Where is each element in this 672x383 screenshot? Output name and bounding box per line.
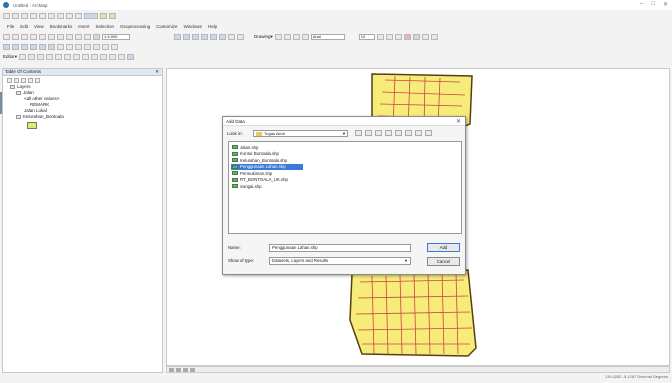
chevron-down-icon: ▼ — [342, 131, 346, 136]
type-label: Show of type: — [228, 258, 255, 263]
type-value: Datasets, Layers and Results — [272, 258, 329, 263]
look-in-dropdown[interactable]: Tugas Akhir ▼ — [253, 130, 348, 137]
shapefile-icon — [232, 145, 238, 150]
add-data-dialog: Add Data ✕ Look in: Tugas Akhir ▼ Jalan.… — [222, 116, 466, 275]
map-view-toolbar — [166, 366, 670, 373]
look-in-label: Look in: — [227, 131, 243, 136]
shapefile-icon — [232, 184, 238, 189]
add-button[interactable]: Add — [427, 243, 460, 252]
options-icon[interactable] — [425, 130, 432, 136]
dialog-nav-icons — [355, 130, 432, 136]
refresh-view-icon[interactable] — [183, 367, 188, 372]
shapefile-icon — [232, 177, 238, 182]
look-in-value: Tugas Akhir — [264, 131, 285, 136]
chevron-down-icon: ▼ — [404, 258, 408, 263]
list-item[interactable]: Kelurahan_Bontoala.shp — [231, 157, 459, 164]
details-icon[interactable] — [395, 130, 402, 136]
shapefile-icon — [232, 151, 238, 156]
cancel-button[interactable]: Cancel — [427, 257, 460, 266]
dialog-close-icon[interactable]: ✕ — [456, 118, 461, 125]
shapefile-icon — [232, 164, 238, 169]
name-field[interactable]: Penggunaan Lahan.shp — [269, 244, 411, 252]
file-list: Jalan.shp Kontur Bontoala.shp Kelurahan_… — [228, 141, 462, 234]
shapefile-icon — [232, 171, 238, 176]
up-one-level-icon[interactable] — [355, 130, 362, 136]
name-label: Name: — [228, 245, 241, 250]
view-list-icon[interactable] — [385, 130, 392, 136]
dialog-title: Add Data — [223, 117, 465, 126]
refresh-icon[interactable] — [415, 130, 422, 136]
status-coordinates: 119.4282 -5.1267 Decimal Degrees — [605, 374, 668, 379]
home-icon[interactable] — [365, 130, 372, 136]
new-folder-icon[interactable] — [405, 130, 412, 136]
type-dropdown[interactable]: Datasets, Layers and Results ▼ — [269, 257, 411, 265]
data-view-icon[interactable] — [176, 367, 181, 372]
layout-view-icon[interactable] — [169, 367, 174, 372]
connect-folder-icon[interactable] — [375, 130, 382, 136]
list-item[interactable]: Sungai.shp — [231, 183, 459, 190]
shapefile-icon — [232, 158, 238, 163]
folder-icon — [256, 132, 262, 136]
pause-drawing-icon[interactable] — [190, 367, 195, 372]
arcmap-window: Untitled - ArcMap – □ ✕ File Edit View B… — [0, 0, 672, 383]
kelurahan-polygon-bottom — [349, 269, 477, 357]
